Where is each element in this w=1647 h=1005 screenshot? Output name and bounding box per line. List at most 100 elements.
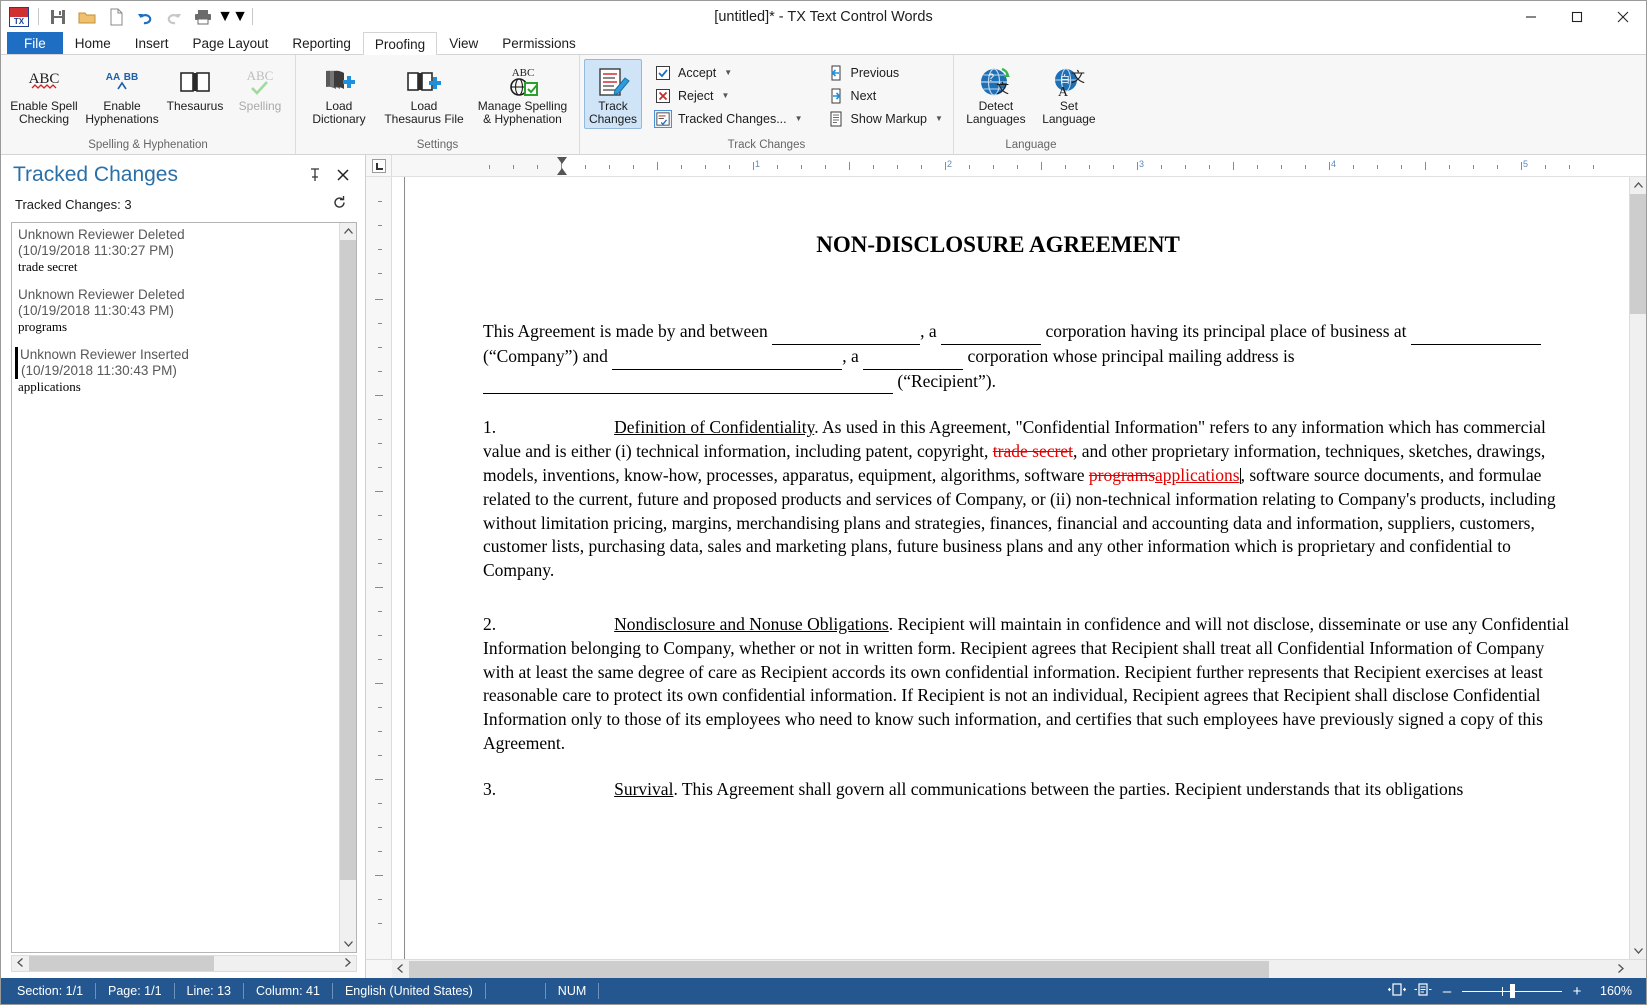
status-page[interactable]: Page: 1/1 (96, 983, 175, 999)
document-vertical-scrollbar[interactable] (1629, 177, 1646, 959)
status-column[interactable]: Column: 41 (244, 983, 333, 999)
status-language[interactable]: English (United States) (333, 983, 486, 999)
scrollbar-track[interactable] (340, 880, 356, 935)
blank-line-recipient-name[interactable] (612, 345, 843, 370)
thesaurus-button[interactable]: Thesaurus (161, 59, 229, 116)
tracked-changes-caret-icon[interactable]: ▼ (795, 114, 803, 123)
new-document-icon[interactable] (103, 4, 129, 30)
paragraph-section-3[interactable]: 3. Survival. This Agreement shall govern … (483, 778, 1573, 802)
maximize-button[interactable] (1554, 1, 1600, 32)
tab-insert[interactable]: Insert (123, 31, 181, 54)
refresh-icon[interactable] (332, 195, 353, 214)
scroll-left-icon[interactable] (12, 958, 29, 969)
scrollbar-thumb[interactable] (340, 240, 356, 880)
load-thesaurus-file-button[interactable]: Load Thesaurus File (378, 59, 470, 129)
tracked-change-timestamp: (10/19/2018 11:30:27 PM) (18, 243, 174, 258)
tab-page-layout[interactable]: Page Layout (181, 31, 281, 54)
detect-languages-button[interactable]: ? 文 Detect Languages (958, 59, 1034, 129)
left-indent-marker[interactable] (556, 167, 568, 176)
scroll-right-icon[interactable] (1612, 963, 1629, 975)
qat-customize-caret-icon[interactable]: ▼ (232, 4, 248, 30)
scrollbar-thumb[interactable] (29, 956, 214, 971)
zoom-level-label[interactable]: 160% (1592, 984, 1632, 998)
tab-proofing[interactable]: Proofing (362, 32, 438, 55)
save-icon[interactable] (45, 4, 71, 30)
horizontal-ruler[interactable]: 1 2 3 4 5 (392, 155, 1646, 176)
reject-caret-icon[interactable]: ▼ (721, 91, 729, 100)
spelling-button[interactable]: ABC Spelling (229, 59, 291, 116)
zoom-out-button[interactable]: – (1440, 983, 1454, 1000)
set-language-button[interactable]: 白 文 A Set Language (1034, 59, 1104, 129)
blank-line-recipient-address[interactable] (483, 370, 893, 395)
status-section[interactable]: Section: 1/1 (1, 983, 97, 999)
open-folder-icon[interactable] (74, 4, 100, 30)
tracked-changes-dialog-button[interactable]: Tracked Changes... ▼ (648, 107, 809, 130)
paragraph-intro[interactable]: This Agreement is made by and between , … (483, 320, 1573, 395)
scrollbar-thumb[interactable] (409, 960, 1269, 978)
zoom-in-button[interactable]: + (1570, 983, 1584, 1000)
blank-line-company-address[interactable] (1410, 320, 1541, 345)
zoom-slider[interactable] (1462, 984, 1562, 998)
tab-view[interactable]: View (437, 31, 490, 54)
blank-line-recipient-state[interactable] (863, 345, 964, 370)
blank-line-company-name[interactable] (772, 320, 921, 345)
section-3-number: 3. (483, 778, 497, 799)
group-label-spelling-hyphenation: Spelling & Hyphenation (88, 139, 208, 151)
scrollbar-track[interactable] (1630, 314, 1646, 942)
scroll-up-icon[interactable] (340, 223, 356, 240)
tab-permissions[interactable]: Permissions (490, 31, 588, 54)
tracked-change-item[interactable]: Unknown Reviewer Deleted (10/19/2018 11:… (18, 227, 335, 275)
tab-home[interactable]: Home (63, 31, 123, 54)
tracked-change-item[interactable]: Unknown Reviewer Deleted (10/19/2018 11:… (18, 287, 335, 335)
status-num-indicator[interactable]: NUM (546, 983, 600, 999)
scroll-down-icon[interactable] (340, 935, 356, 952)
close-button[interactable] (1600, 1, 1646, 32)
status-bar: Section: 1/1 Page: 1/1 Line: 13 Column: … (1, 978, 1646, 1004)
status-line[interactable]: Line: 13 (175, 983, 245, 999)
page-content[interactable]: NON-DISCLOSURE AGREEMENT This Agreement … (405, 177, 1625, 802)
enable-spell-checking-button[interactable]: ABC Enable Spell Checking (5, 59, 83, 129)
print-icon[interactable] (190, 4, 216, 30)
zoom-slider-knob[interactable] (1510, 984, 1515, 998)
undo-icon[interactable] (132, 4, 158, 30)
pin-icon[interactable] (307, 167, 323, 183)
tab-stop-selector[interactable] (366, 155, 392, 176)
reject-button[interactable]: Reject ▼ (648, 84, 809, 107)
page-left-gutter (392, 177, 404, 959)
scroll-up-icon[interactable] (1630, 177, 1646, 194)
paragraph-section-2[interactable]: 2. Nondisclosure and Nonuse Obligations. … (483, 613, 1573, 756)
load-dictionary-button[interactable]: Load Dictionary (300, 59, 378, 129)
paragraph-section-1[interactable]: 1. Definition of Confidentiality. As used… (483, 416, 1573, 583)
minimize-button[interactable] (1508, 1, 1554, 32)
tracked-change-item[interactable]: Unknown Reviewer Inserted (10/19/2018 11… (15, 347, 335, 395)
track-changes-toggle-button[interactable]: Track Changes (584, 59, 642, 129)
scroll-down-icon[interactable] (1630, 942, 1646, 959)
tracked-change-text: applications (18, 379, 81, 394)
manage-spelling-hyphenation-button[interactable]: ABC Manage Spelling & Hyphenation (470, 59, 575, 129)
show-markup-button[interactable]: Show Markup ▼ (821, 107, 949, 130)
scroll-right-icon[interactable] (339, 958, 356, 969)
tab-reporting[interactable]: Reporting (280, 31, 363, 54)
print-dropdown-caret-icon[interactable]: ▼ (217, 4, 233, 30)
enable-hyphenations-button[interactable]: AA BB Enable Hyphenations (83, 59, 161, 129)
vertical-ruler[interactable] (366, 177, 392, 959)
accept-caret-icon[interactable]: ▼ (724, 68, 732, 77)
scrollbar-thumb[interactable] (1630, 194, 1646, 314)
tracked-changes-panel-title: Tracked Changes (13, 163, 178, 186)
document-horizontal-scrollbar[interactable] (392, 960, 1629, 978)
tab-file[interactable]: File (7, 31, 63, 54)
draft-view-icon[interactable] (1414, 982, 1432, 1000)
accept-button[interactable]: Accept ▼ (648, 61, 809, 84)
page-view-icon[interactable] (1387, 982, 1407, 1000)
blank-line-company-state[interactable] (941, 320, 1042, 345)
tracked-changes-list[interactable]: Unknown Reviewer Deleted (10/19/2018 11:… (12, 223, 339, 952)
show-markup-caret-icon[interactable]: ▼ (935, 114, 943, 123)
document-page[interactable]: NON-DISCLOSURE AGREEMENT This Agreement … (404, 177, 1629, 959)
scroll-left-icon[interactable] (392, 963, 409, 975)
previous-change-button[interactable]: Previous (821, 61, 949, 84)
tracked-changes-horizontal-scrollbar[interactable] (11, 955, 357, 972)
tracked-changes-vertical-scrollbar[interactable] (339, 223, 356, 952)
close-panel-icon[interactable] (335, 167, 351, 183)
ribbon-tab-strip: File Home Insert Page Layout Reporting P… (1, 31, 1646, 55)
next-change-button[interactable]: Next (821, 84, 949, 107)
